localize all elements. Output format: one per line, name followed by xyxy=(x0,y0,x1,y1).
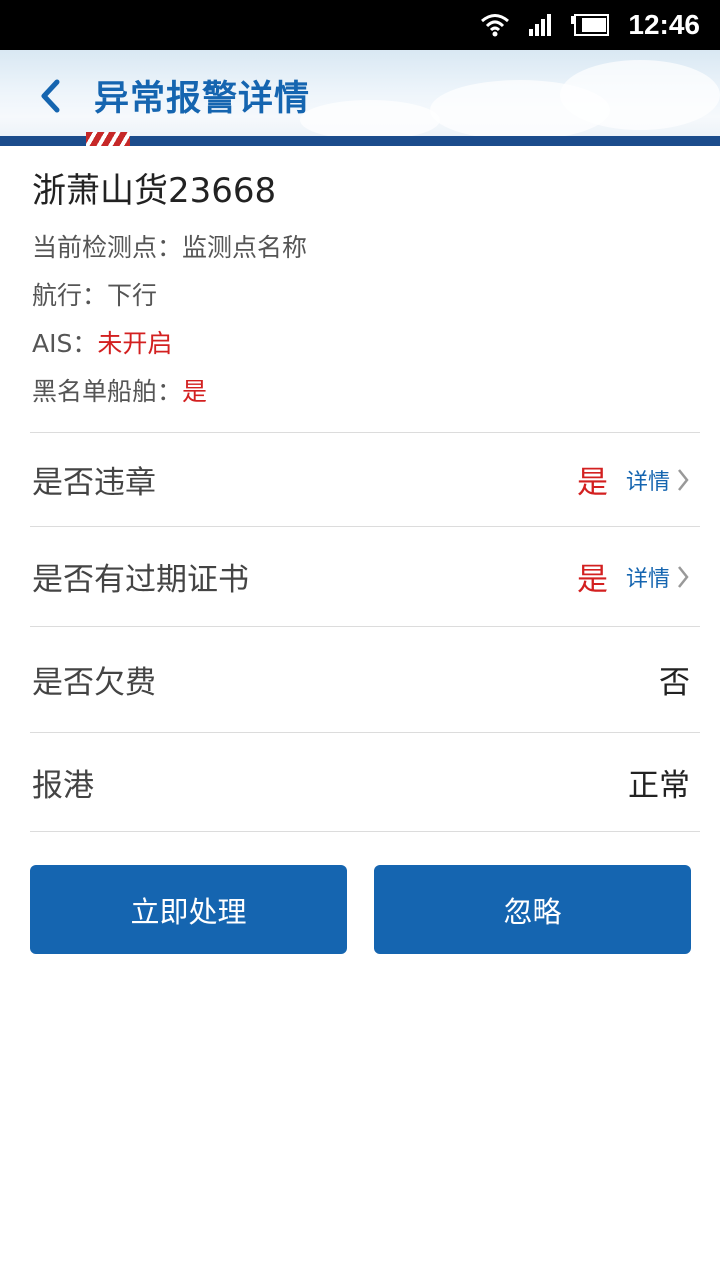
blacklist-value: 是 xyxy=(182,377,208,406)
row-arrears: 是否欠费 否 xyxy=(30,626,700,732)
blacklist-label: 黑名单船舶： xyxy=(32,377,183,406)
direction-label: 航行： xyxy=(32,281,108,310)
row-expired-cert[interactable]: 是否有过期证书 是 详情 xyxy=(30,526,700,626)
back-arrow-icon xyxy=(41,79,60,113)
blacklist-line: 黑名单船舶：是 xyxy=(32,368,307,416)
detail-label: 详情 xyxy=(625,566,670,592)
detail-label: 详情 xyxy=(625,469,670,495)
row-port-report: 报港 正常 xyxy=(30,732,700,832)
row-label: 是否有过期证书 xyxy=(32,562,249,598)
cert-detail-link[interactable]: 详情 xyxy=(626,561,690,593)
row-value: 正常 xyxy=(628,767,690,804)
signal-icon xyxy=(528,13,552,37)
process-now-button[interactable]: 立即处理 xyxy=(30,865,347,954)
row-label: 是否欠费 xyxy=(32,665,156,701)
checkpoint-label: 当前检测点： xyxy=(32,233,183,262)
row-label: 报港 xyxy=(32,767,94,804)
row-value: 是 xyxy=(576,465,608,501)
ais-value: 未开启 xyxy=(97,329,173,358)
status-icons: 12:46 xyxy=(480,0,720,50)
direction-line: 航行：下行 xyxy=(32,272,307,320)
direction-value: 下行 xyxy=(107,281,158,310)
row-label: 是否违章 xyxy=(32,465,156,501)
battery-icon xyxy=(570,14,610,36)
row-right: 正常 xyxy=(628,760,700,805)
ship-info: 浙萧山货23668 当前检测点：监测点名称 航行：下行 AIS：未开启 黑名单船… xyxy=(32,168,307,416)
ais-label: AIS： xyxy=(32,329,98,358)
wifi-icon xyxy=(480,13,510,37)
checkpoint-value: 监测点名称 xyxy=(182,233,308,262)
row-right: 是 详情 xyxy=(577,554,700,599)
status-list: 是否违章 是 详情 是否有过期证书 是 详情 是否欠费 否 报港 正常 xyxy=(30,432,700,832)
status-bar: 12:46 xyxy=(0,0,720,50)
row-value: 是 xyxy=(576,562,608,598)
violation-detail-link[interactable]: 详情 xyxy=(626,464,690,496)
row-value: 否 xyxy=(659,665,690,701)
header-accent xyxy=(86,132,130,146)
back-button[interactable] xyxy=(30,72,70,120)
row-right: 是 详情 xyxy=(577,457,700,502)
chevron-right-icon xyxy=(676,467,690,493)
row-violation[interactable]: 是否违章 是 详情 xyxy=(30,432,700,526)
row-right: 否 xyxy=(659,657,700,702)
checkpoint-line: 当前检测点：监测点名称 xyxy=(32,224,307,272)
ais-line: AIS：未开启 xyxy=(32,320,307,368)
chevron-right-icon xyxy=(676,564,690,590)
page-title: 异常报警详情 xyxy=(94,79,311,119)
ignore-button[interactable]: 忽略 xyxy=(374,865,691,954)
ship-name: 浙萧山货23668 xyxy=(32,171,277,211)
app-header: 异常报警详情 xyxy=(0,50,720,146)
clock: 12:46 xyxy=(628,9,700,40)
